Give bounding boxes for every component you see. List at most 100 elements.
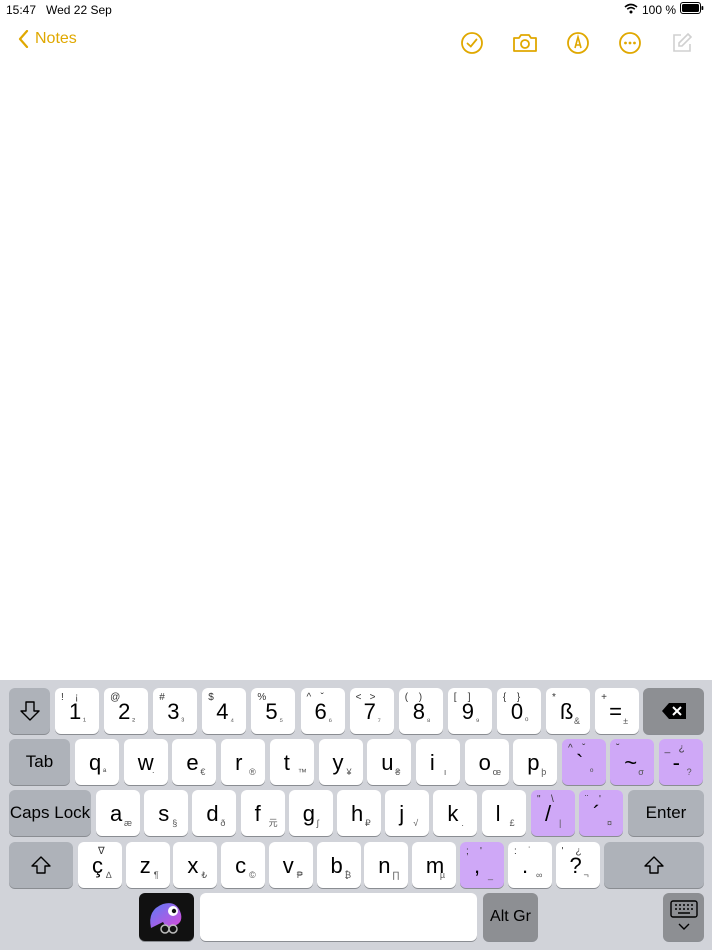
key-alt-char: þ (541, 767, 547, 777)
enter-key[interactable]: Enter (628, 790, 704, 836)
app-logo-key[interactable] (139, 893, 194, 941)
keyboard: 1! ¡ ¹ 2 @ ² 3 # ³ 4 $ ⁴ 5% ⁵ 6 ^ ˇ ⁶ 7 < > ⁷ 8() ⁸ 9[] ⁹ 0{} ⁰ ß * & =… (0, 680, 712, 950)
key-main-char: b (330, 853, 343, 878)
camera-icon (513, 34, 537, 52)
key-o[interactable]: oœ (464, 739, 509, 785)
key-n[interactable]: n ∏ (364, 842, 409, 888)
status-bar: 15:47 Wed 22 Sep 100 % (0, 0, 712, 20)
note-editor[interactable] (0, 62, 712, 678)
key-purple-slash-2[interactable]: ´ ¨ ' ¤ (579, 790, 623, 836)
key-alt-shift-char: ' (599, 794, 601, 805)
shift-right-key[interactable] (604, 842, 704, 888)
key-f[interactable]: f元 (240, 790, 285, 836)
key-7[interactable]: 7 < > ⁷ (349, 688, 394, 734)
checklist-button[interactable] (459, 30, 485, 56)
key-punct-2[interactable]: ? ' ¿ ¬ (555, 842, 600, 888)
ellipsis-circle-icon (619, 32, 641, 54)
key-b[interactable]: b ₿ (316, 842, 361, 888)
key-s[interactable]: s § (144, 790, 189, 836)
key-alt-shift-char: \ (551, 794, 554, 805)
key-purple-slash-1[interactable]: / " \ | (531, 790, 575, 836)
key-main-char: n (378, 853, 391, 878)
key-main-char: f (254, 801, 261, 826)
backspace-key[interactable] (643, 688, 704, 734)
camera-button[interactable] (512, 30, 538, 56)
status-date: Wed 22 Sep (46, 3, 112, 17)
key-v[interactable]: v ₱ (268, 842, 313, 888)
key-shift-char: ^ (306, 692, 312, 703)
key-4[interactable]: 4 $ ⁴ (202, 688, 247, 734)
key-alt-char: µ (439, 870, 446, 880)
key-2[interactable]: 2 @ ² (104, 688, 149, 734)
key-shift-char: @ (110, 692, 121, 703)
hide-keyboard-key[interactable] (9, 688, 50, 734)
more-button[interactable] (617, 30, 643, 56)
key-5[interactable]: 5% ⁵ (251, 688, 296, 734)
key-alt-shift-char: ) (418, 692, 423, 703)
key-8[interactable]: 8() ⁸ (398, 688, 443, 734)
key-h[interactable]: h ₽ (337, 790, 381, 836)
key-x[interactable]: x ₺ (173, 842, 218, 888)
key-shift-char: $ (208, 692, 214, 703)
key-q[interactable]: qª (75, 739, 119, 785)
key-alt-char: · (151, 767, 155, 777)
key-p[interactable]: pþ (513, 739, 558, 785)
back-button[interactable]: Notes (18, 30, 77, 48)
key-1[interactable]: 1! ¡ ¹ (55, 688, 99, 734)
key-purple-3[interactable]: - _ ¿? (658, 739, 703, 785)
key-main-char: u (381, 750, 394, 775)
key-ç[interactable]: ç ∇ ∆ (78, 842, 122, 888)
key-9[interactable]: 9 [] ⁹ (447, 688, 492, 734)
key-e[interactable]: e € (172, 739, 217, 785)
tab-key-label: Tab (25, 752, 54, 771)
key-main-char: q (89, 750, 102, 775)
key-3[interactable]: 3 # ³ (153, 688, 198, 734)
keyboard-dismiss-key[interactable] (663, 893, 704, 941)
caps-lock-key[interactable]: Caps Lock (9, 790, 91, 836)
key-purple-2[interactable]: ~ ˘ σ (610, 739, 655, 785)
key-12[interactable]: = + ± (595, 688, 640, 734)
key-main-char: j (399, 801, 405, 826)
key-6[interactable]: 6 ^ ˇ ⁶ (300, 688, 345, 734)
key-a[interactable]: aæ (96, 790, 140, 836)
key-t[interactable]: t ™ (269, 739, 314, 785)
key-shift-char: ˘ (616, 743, 620, 754)
key-alt-shift-char: ' (480, 846, 482, 857)
key-alt-char: ³ (181, 716, 185, 726)
key-u[interactable]: u ₴ (367, 739, 412, 785)
key-k[interactable]: k. (433, 790, 478, 836)
tab-key[interactable]: Tab (9, 739, 70, 785)
key-10[interactable]: 0{} ⁰ (496, 688, 541, 734)
key-11[interactable]: ß * & (546, 688, 590, 734)
key-c[interactable]: c © (221, 842, 266, 888)
key-r[interactable]: r ® (221, 739, 266, 785)
alt-gr-key[interactable]: Alt Gr (483, 893, 538, 941)
key-d[interactable]: dð (192, 790, 237, 836)
key-shift-char: ( (404, 692, 409, 703)
key-punct-1[interactable]: .: ˙ ∞ (508, 842, 552, 888)
key-main-char: l (495, 801, 501, 826)
key-purple-1[interactable]: ` ^ ˇ º (562, 739, 606, 785)
key-comma[interactable]: ,; ' _ (460, 842, 504, 888)
key-l[interactable]: l £ (481, 790, 526, 836)
key-alt-char: œ (492, 767, 502, 777)
space-bar[interactable] (200, 893, 477, 941)
key-alt-char: ₿ (344, 870, 352, 880)
key-y[interactable]: y ¥ (318, 739, 363, 785)
key-alt-char: ¹ (83, 716, 86, 726)
compose-button[interactable] (669, 30, 695, 56)
key-i[interactable]: iı (415, 739, 460, 785)
key-w[interactable]: w · (123, 739, 168, 785)
key-g[interactable]: gʃ (288, 790, 333, 836)
key-main-char: g (302, 801, 316, 826)
key-alt-shift-char: ¿ (678, 743, 685, 754)
key-m[interactable]: mµ (411, 842, 456, 888)
key-alt-char: ¥ (346, 767, 352, 777)
shift-left-key[interactable] (9, 842, 73, 888)
markup-button[interactable] (565, 30, 591, 56)
compose-icon (673, 32, 693, 52)
key-main-char: p (527, 750, 540, 775)
battery-icon (680, 2, 704, 17)
key-j[interactable]: j √ (385, 790, 430, 836)
key-z[interactable]: z ¶ (125, 842, 170, 888)
